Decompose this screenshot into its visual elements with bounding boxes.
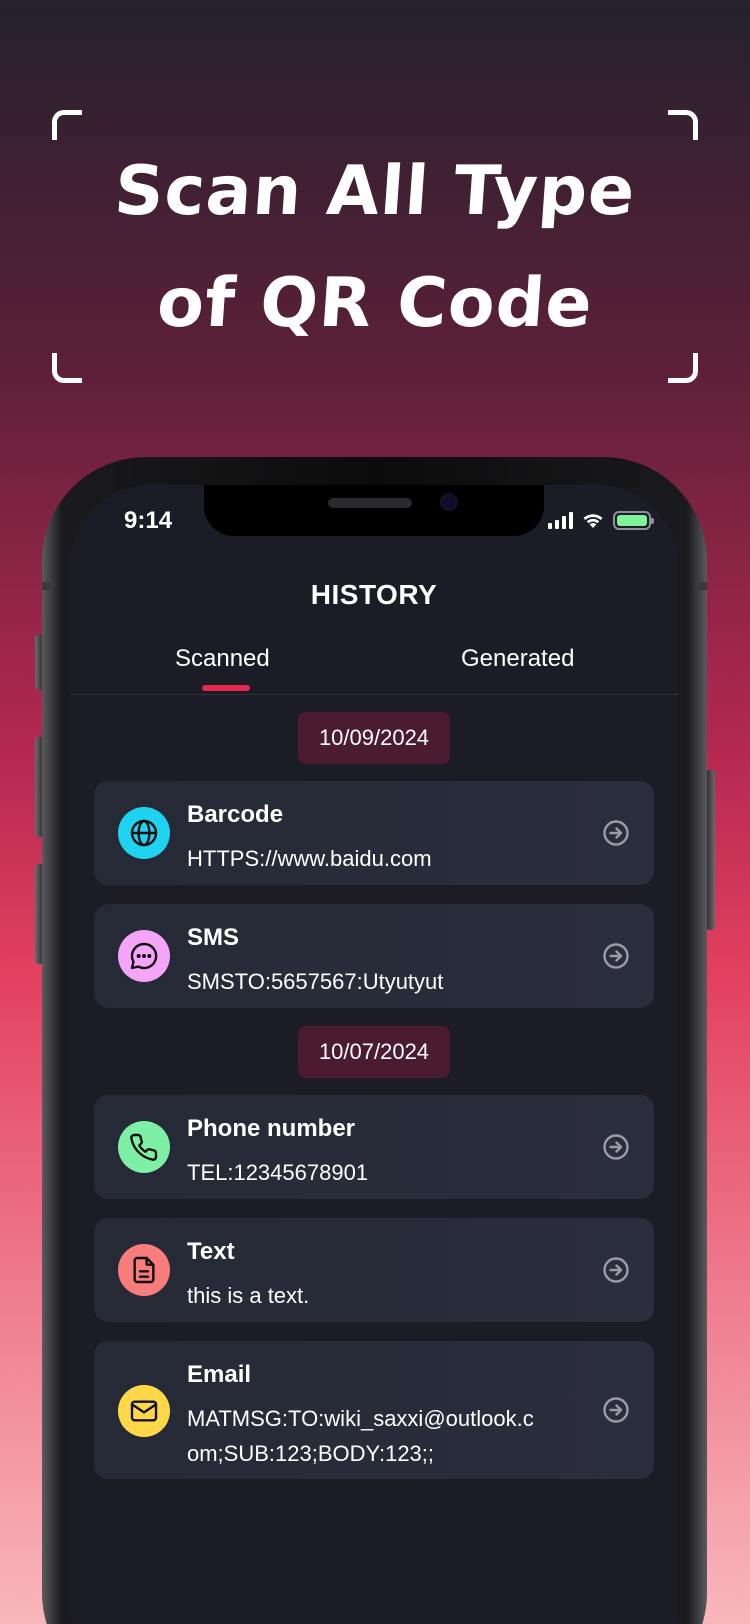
phone-antenna-line — [695, 582, 707, 590]
item-value: TEL:12345678901 — [187, 1160, 369, 1185]
date-header: 10/07/2024 — [298, 1026, 450, 1078]
date-header: 10/09/2024 — [298, 712, 450, 764]
headline-line-1: Scan All Type — [111, 152, 639, 231]
front-camera — [440, 493, 458, 511]
headline-line-2: of QR Code — [154, 264, 596, 343]
page-title: HISTORY — [310, 579, 438, 610]
frame-corner-top-right — [668, 110, 698, 140]
phone-power-button — [706, 770, 715, 930]
active-tab-indicator — [202, 685, 250, 691]
open-arrow-icon[interactable] — [602, 942, 630, 970]
battery-icon — [613, 510, 654, 530]
open-arrow-icon[interactable] — [602, 1396, 630, 1424]
phone-icon — [118, 1121, 170, 1173]
status-time: 9:14 — [124, 507, 173, 534]
document-icon — [118, 1244, 170, 1296]
history-item-barcode[interactable]: Barcode HTTPS://www.baidu.com — [94, 781, 654, 885]
mail-icon — [118, 1385, 170, 1437]
item-type: Barcode — [187, 801, 284, 828]
open-arrow-icon[interactable] — [602, 1133, 630, 1161]
phone-notch — [204, 485, 544, 536]
tab-generated[interactable]: Generated — [461, 645, 574, 673]
frame-corner-bottom-left — [52, 353, 82, 383]
item-value: HTTPS://www.baidu.com — [187, 846, 432, 871]
globe-icon — [118, 807, 170, 859]
item-type: Text — [187, 1238, 235, 1265]
history-item-email[interactable]: Email MATMSG:TO:wiki_saxxi@outlook.com;S… — [94, 1341, 654, 1479]
item-type: SMS — [187, 924, 240, 951]
history-item-text[interactable]: Text this is a text. — [94, 1218, 654, 1322]
open-arrow-icon[interactable] — [602, 819, 630, 847]
status-icons — [548, 509, 654, 531]
tab-scanned[interactable]: Scanned — [175, 645, 270, 673]
phone-antenna-line — [42, 582, 54, 590]
item-value: SMSTO:5657567:Utyutyut — [187, 969, 444, 994]
history-item-sms[interactable]: SMS SMSTO:5657567:Utyutyut — [94, 904, 654, 1008]
open-arrow-icon[interactable] — [602, 1256, 630, 1284]
tabs-divider — [70, 694, 678, 695]
frame-corner-bottom-right — [668, 353, 698, 383]
item-value: MATMSG:TO:wiki_saxxi@outlook.com;SUB:123… — [187, 1406, 534, 1466]
item-type: Phone number — [187, 1115, 356, 1142]
wifi-icon — [583, 514, 603, 528]
history-item-phone-number[interactable]: Phone number TEL:12345678901 — [94, 1095, 654, 1199]
speaker-grille — [328, 498, 412, 508]
cellular-signal-icon — [548, 511, 573, 529]
item-value: this is a text. — [187, 1283, 310, 1308]
frame-corner-top-left — [52, 110, 82, 140]
message-icon — [118, 930, 170, 982]
phone-screen: 9:14 HISTORY Scanned Generated 10/09/202… — [70, 485, 678, 1624]
item-type: Email — [187, 1361, 252, 1388]
